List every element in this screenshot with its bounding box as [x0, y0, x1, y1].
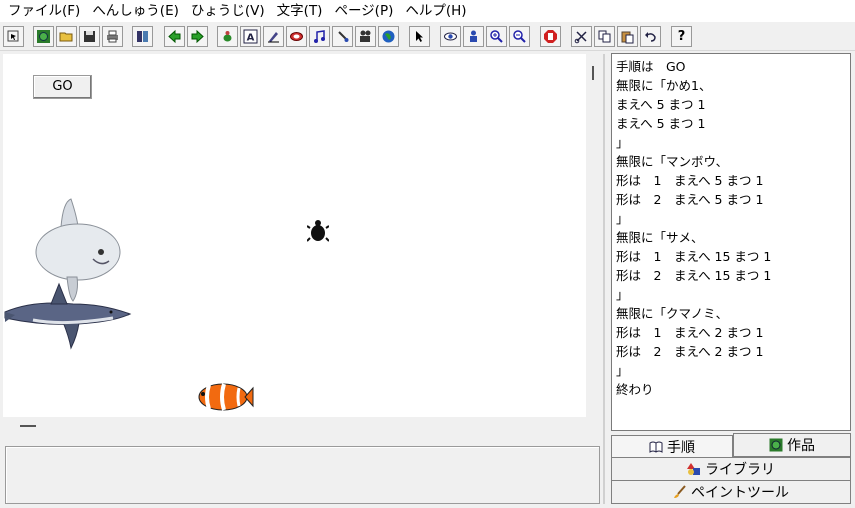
zoom-out-icon[interactable]	[509, 26, 530, 47]
cut-icon[interactable]	[571, 26, 592, 47]
paint-brush-icon[interactable]	[332, 26, 353, 47]
code-line: 手順は GO	[616, 59, 686, 74]
procedure-code-panel[interactable]: 手順は GO 無限に「かめ1、 まえへ 5 まつ 1 まえへ 5 まつ 1 」 …	[611, 53, 851, 431]
tab-library-label: ライブラリ	[705, 462, 775, 478]
code-line: 無限に「マンボウ、	[616, 154, 729, 169]
tab-paint-tool-label: ペイントツール	[691, 485, 789, 501]
print-icon[interactable]	[102, 26, 123, 47]
canvas-scroll-marker	[592, 66, 594, 80]
panel-splitter[interactable]	[603, 54, 605, 504]
save-icon[interactable]	[79, 26, 100, 47]
code-line: 」	[616, 363, 629, 378]
canvas-horizontal-marker	[20, 425, 36, 427]
stage-canvas[interactable]: GO	[3, 54, 586, 417]
code-line: 無限に「サメ、	[616, 230, 704, 245]
code-line: 形は 2 まえへ 2 まつ 1	[616, 344, 764, 359]
code-line: 形は 1 まえへ 5 まつ 1	[616, 173, 764, 188]
code-line: 形は 1 まえへ 2 まつ 1	[616, 325, 764, 340]
arrow-right-icon[interactable]	[187, 26, 208, 47]
book-icon	[649, 441, 663, 453]
menu-help[interactable]: ヘルプ(H)	[401, 0, 474, 22]
arrow-left-icon[interactable]	[164, 26, 185, 47]
paste-icon[interactable]	[617, 26, 638, 47]
turtle-icon[interactable]	[217, 26, 238, 47]
code-line: まえへ 5 まつ 1	[616, 116, 706, 131]
menu-view[interactable]: ひょうじ(V)	[187, 0, 273, 22]
menu-bar: ファイル(F) へんしゅう(E) ひょうじ(V) 文字(T) ページ(P) ヘル…	[0, 0, 855, 22]
eye-icon[interactable]	[440, 26, 461, 47]
menu-text[interactable]: 文字(T)	[273, 0, 331, 22]
select-arrow-icon[interactable]	[409, 26, 430, 47]
zoom-in-icon[interactable]	[486, 26, 507, 47]
code-line: 形は 2 まえへ 15 まつ 1	[616, 268, 772, 283]
globe-icon	[769, 438, 783, 452]
tab-works-label: 作品	[787, 438, 815, 454]
pointer-icon[interactable]	[3, 26, 24, 47]
stamp-icon[interactable]	[286, 26, 307, 47]
code-line: 形は 2 まえへ 5 まつ 1	[616, 192, 764, 207]
undo-icon[interactable]	[640, 26, 661, 47]
menu-edit[interactable]: へんしゅう(E)	[88, 0, 187, 22]
code-line: まえへ 5 まつ 1	[616, 97, 706, 112]
person-icon[interactable]	[463, 26, 484, 47]
shapes-icon	[687, 463, 700, 475]
globe-icon[interactable]	[33, 26, 54, 47]
world-icon[interactable]	[378, 26, 399, 47]
tab-procedure-label: 手順	[667, 440, 695, 456]
message-panel[interactable]	[5, 446, 600, 504]
music-icon[interactable]	[309, 26, 330, 47]
menu-page[interactable]: ページ(P)	[330, 0, 401, 22]
code-line: 」	[616, 211, 629, 226]
pen-icon[interactable]	[263, 26, 284, 47]
copy-icon[interactable]	[594, 26, 615, 47]
code-line: 」	[616, 135, 629, 150]
tab-procedure[interactable]: 手順	[611, 435, 733, 459]
code-line: 無限に「クマノミ、	[616, 306, 729, 321]
menu-file[interactable]: ファイル(F)	[4, 0, 88, 22]
clownfish-sprite[interactable]	[195, 378, 255, 416]
stop-icon[interactable]	[540, 26, 561, 47]
tab-paint-tool[interactable]: ペイントツール	[611, 480, 851, 504]
code-line: 」	[616, 287, 629, 302]
camera-icon[interactable]	[355, 26, 376, 47]
help-icon[interactable]: ?	[671, 26, 692, 47]
paint-brush-icon	[674, 485, 686, 498]
code-line: 形は 1 まえへ 15 まつ 1	[616, 249, 772, 264]
shark-sprite[interactable]	[3, 282, 133, 352]
svg-text:A: A	[247, 33, 255, 44]
page-layout-icon[interactable]	[132, 26, 153, 47]
text-icon[interactable]: A	[240, 26, 261, 47]
toolbar: A ?	[0, 24, 855, 51]
code-line: 終わり	[616, 382, 654, 397]
turtle-sprite[interactable]	[307, 219, 329, 245]
tab-works[interactable]: 作品	[733, 433, 851, 457]
code-line: 無限に「かめ1、	[616, 78, 712, 93]
tab-library[interactable]: ライブラリ	[611, 457, 851, 481]
go-button[interactable]: GO	[33, 75, 92, 99]
open-folder-icon[interactable]	[56, 26, 77, 47]
